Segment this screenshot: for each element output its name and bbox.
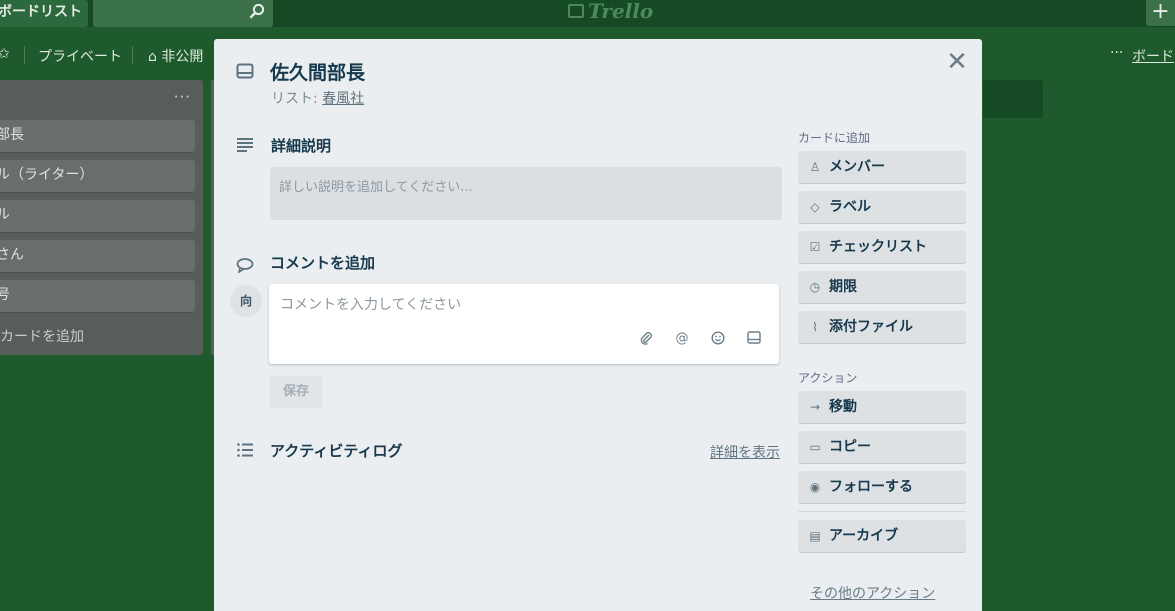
list-card[interactable]: さん [0,240,195,272]
more-actions-link[interactable]: その他のアクション [810,583,935,603]
list-card[interactable]: ル [0,200,195,232]
list-menu-icon[interactable]: ··· [174,88,191,106]
description-input[interactable]: 詳しい説明を追加してください... [270,167,782,220]
list-link[interactable]: 春風社 [322,91,364,107]
trello-logo[interactable]: Trello [568,0,653,24]
emoji-icon[interactable] [709,331,727,349]
divider [132,46,133,64]
add-list-placeholder[interactable] [983,80,1043,118]
checkbox-icon: ☑ [809,240,821,254]
board-menu-dots[interactable]: ··· [1110,45,1123,61]
person-icon: ♙ [809,160,821,174]
comment-title: コメントを追加 [270,254,376,272]
search-icon [249,3,265,23]
search-input[interactable] [93,0,273,27]
list-prefix: リスト: [271,91,323,107]
create-button[interactable]: + [1146,0,1175,26]
permission-button[interactable]: ⌂ 非公開 [148,46,203,66]
clock-icon: ◷ [809,280,821,294]
arrow-right-icon: → [809,400,821,414]
attachment-icon[interactable] [637,331,655,349]
card-detail-modal: ✕ 佐久間部長 リスト: 春風社 詳細説明 詳しい説明を追加してください... … [214,39,982,611]
visibility-button[interactable]: プライベート [38,46,122,66]
comment-icon [236,257,254,277]
archive-icon: ▤ [809,529,821,543]
add-card-button[interactable]: カードを追加 [0,326,84,346]
members-button[interactable]: ♙ メンバー [798,151,966,183]
permission-label: 非公開 [161,49,204,65]
show-details-link[interactable]: 詳細を表示 [710,442,780,462]
attachment-button[interactable]: ⌇ 添付ファイル [798,311,966,343]
board-list: ··· 部長 ル（ライター） ル さん 号 カードを追加 [0,80,203,355]
list-card[interactable]: 部長 [0,120,195,152]
description-icon [236,137,254,157]
card-title[interactable]: 佐久間部長 [270,58,365,85]
top-header: ボードリスト Trello + [0,0,1175,27]
board-menu-link[interactable]: ボード [1132,46,1174,66]
list-card[interactable]: ル（ライター） [0,160,195,192]
card-icon: ▭ [809,440,821,454]
save-button[interactable]: 保存 [270,376,322,408]
copy-button[interactable]: ▭ コピー [798,431,966,463]
move-button[interactable]: → 移動 [798,391,966,423]
due-date-button[interactable]: ◷ 期限 [798,271,966,303]
lock-icon: ⌂ [148,49,162,65]
activity-icon [236,442,254,462]
activity-title: アクティビティログ [270,442,403,460]
card-link-icon[interactable] [745,331,763,348]
comment-input[interactable]: コメントを入力してください @ [269,284,779,364]
description-title: 詳細説明 [271,137,332,155]
star-icon[interactable]: ✩ [0,46,10,62]
boards-button[interactable]: ボードリスト [0,0,88,27]
eye-icon: ◉ [809,480,821,494]
add-to-card-heading: カードに追加 [798,131,871,145]
archive-button[interactable]: ▤ アーカイブ [798,520,966,552]
trello-logo-icon [568,4,584,18]
follow-button[interactable]: ◉ フォローする [798,471,966,503]
close-icon[interactable]: ✕ [945,49,969,77]
actions-heading: アクション [798,371,858,385]
labels-button[interactable]: ◇ ラベル [798,191,966,223]
checklist-button[interactable]: ☑ チェックリスト [798,231,966,263]
card-list-info: リスト: 春風社 [271,88,364,108]
avatar[interactable]: 向 [230,285,262,317]
label-icon: ◇ [810,200,820,214]
divider [798,511,966,512]
card-icon [236,63,254,83]
paperclip-icon: ⌇ [812,320,818,334]
divider [24,46,25,64]
list-card[interactable]: 号 [0,280,195,312]
comment-placeholder: コメントを入力してください [280,297,462,313]
mention-icon[interactable]: @ [673,331,691,346]
